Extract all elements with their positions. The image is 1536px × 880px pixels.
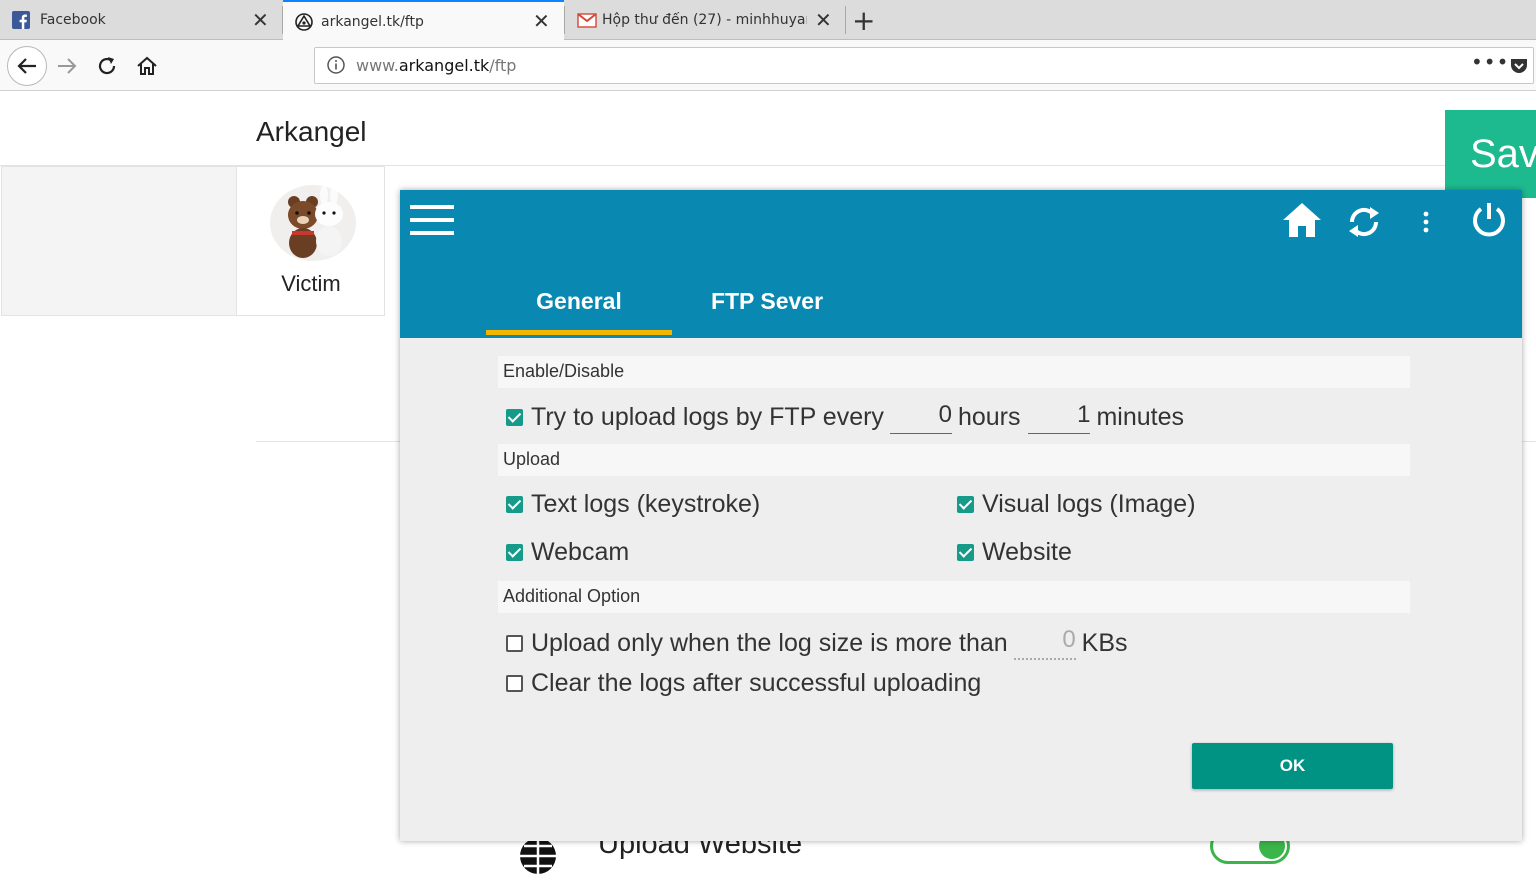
power-icon[interactable] [1468, 198, 1510, 242]
gmail-icon [577, 11, 597, 29]
arrow-left-icon [17, 58, 36, 74]
minutes-label: minutes [1096, 403, 1185, 431]
size-limit-unit: KBs [1081, 628, 1128, 657]
ok-button[interactable]: OK [1192, 743, 1393, 789]
new-tab-button[interactable]: + [852, 4, 875, 37]
tab-gmail[interactable]: Hộp thư đến (27) - minhhuyant ✕ [565, 0, 845, 40]
close-icon[interactable]: ✕ [815, 8, 832, 32]
ftp-interval-row: Try to upload logs by FTP every 0 hours … [506, 401, 1184, 434]
tab-ftp-server[interactable]: FTP Sever [672, 288, 862, 335]
reload-button[interactable] [89, 48, 125, 84]
size-limit-input[interactable]: 0 [1013, 626, 1076, 660]
tab-arkangel-title: arkangel.tk/ftp [321, 13, 424, 30]
save-button[interactable]: Sav [1445, 110, 1536, 198]
globe-icon [518, 836, 558, 880]
sidebar-panel [1, 166, 237, 316]
facebook-icon [12, 11, 30, 29]
ftp-settings-dialog: General FTP Sever Enable/Disable Try to … [400, 190, 1522, 841]
navigation-bar: www.arkangel.tk/ftp ••• [0, 40, 1536, 91]
clear-logs-checkbox[interactable] [506, 675, 523, 692]
text-logs-label: Text logs (keystroke) [531, 490, 761, 518]
menu-icon[interactable] [410, 205, 454, 239]
page-title: Arkangel [256, 116, 367, 147]
info-icon[interactable] [327, 56, 345, 78]
home-icon [137, 56, 157, 75]
visual-logs-checkbox[interactable] [957, 496, 974, 513]
home-button[interactable] [129, 48, 165, 84]
size-limit-option: Upload only when the log size is more th… [506, 626, 1128, 660]
pocket-icon[interactable] [1509, 56, 1529, 80]
website-checkbox[interactable] [957, 544, 974, 561]
victim-name: Victim [281, 271, 341, 296]
ftp-enable-checkbox[interactable] [506, 409, 523, 426]
section-additional-header: Additional Option [498, 581, 1410, 613]
hours-input[interactable]: 0 [889, 401, 952, 434]
tab-facebook-title: Facebook [40, 12, 106, 28]
url-prefix: www. [356, 56, 399, 75]
arkangel-logo-icon [295, 13, 313, 31]
ftp-enable-label: Try to upload logs by FTP every [531, 403, 884, 431]
tab-general[interactable]: General [486, 288, 672, 335]
visual-logs-label: Visual logs (Image) [982, 490, 1196, 518]
more-vert-icon[interactable] [1416, 200, 1436, 244]
reload-icon [98, 57, 116, 75]
settings-panel: Enable/Disable Try to upload logs by FTP… [498, 356, 1410, 724]
section-upload-header: Upload [498, 444, 1410, 476]
browser-tab-bar: Facebook ✕ arkangel.tk/ftp ✕ Hộp thư đến… [0, 0, 1536, 41]
close-icon[interactable]: ✕ [252, 8, 269, 32]
website-option: Website [957, 538, 1072, 567]
home-icon[interactable] [1280, 198, 1324, 242]
avatar [270, 185, 356, 261]
clear-logs-option: Clear the logs after successful uploadin… [506, 669, 981, 698]
clear-logs-label: Clear the logs after successful uploadin… [531, 669, 982, 697]
back-button[interactable] [7, 46, 47, 86]
minutes-input[interactable]: 1 [1028, 401, 1091, 434]
address-bar[interactable]: www.arkangel.tk/ftp ••• [314, 47, 1534, 84]
visual-logs-option: Visual logs (Image) [957, 490, 1196, 519]
webcam-option: Webcam [506, 538, 629, 567]
dialog-header: General FTP Sever [400, 190, 1522, 338]
arrow-right-icon [58, 58, 77, 74]
forward-button[interactable] [49, 48, 85, 84]
tab-arkangel[interactable]: arkangel.tk/ftp ✕ [283, 0, 564, 41]
size-limit-label: Upload only when the log size is more th… [531, 628, 1008, 657]
close-icon[interactable]: ✕ [533, 9, 550, 33]
tab-gmail-title: Hộp thư đến (27) - minhhuyant [602, 12, 807, 28]
sync-icon[interactable] [1342, 198, 1386, 246]
website-label: Website [982, 538, 1072, 566]
hours-label: hours [957, 403, 1021, 431]
section-enable-header: Enable/Disable [498, 356, 1410, 388]
url-path: /ftp [489, 56, 517, 75]
victim-card[interactable]: Victim [237, 166, 385, 316]
webcam-checkbox[interactable] [506, 544, 523, 561]
size-limit-checkbox[interactable] [506, 634, 523, 652]
url-domain: arkangel.tk [398, 56, 490, 75]
webcam-label: Webcam [531, 538, 630, 566]
tab-facebook[interactable]: Facebook ✕ [0, 0, 282, 40]
url-text: www.arkangel.tk/ftp [356, 56, 516, 75]
text-logs-option: Text logs (keystroke) [506, 490, 760, 519]
tab-separator [845, 6, 846, 34]
text-logs-checkbox[interactable] [506, 496, 523, 513]
page-actions-menu-button[interactable]: ••• [1471, 50, 1509, 74]
